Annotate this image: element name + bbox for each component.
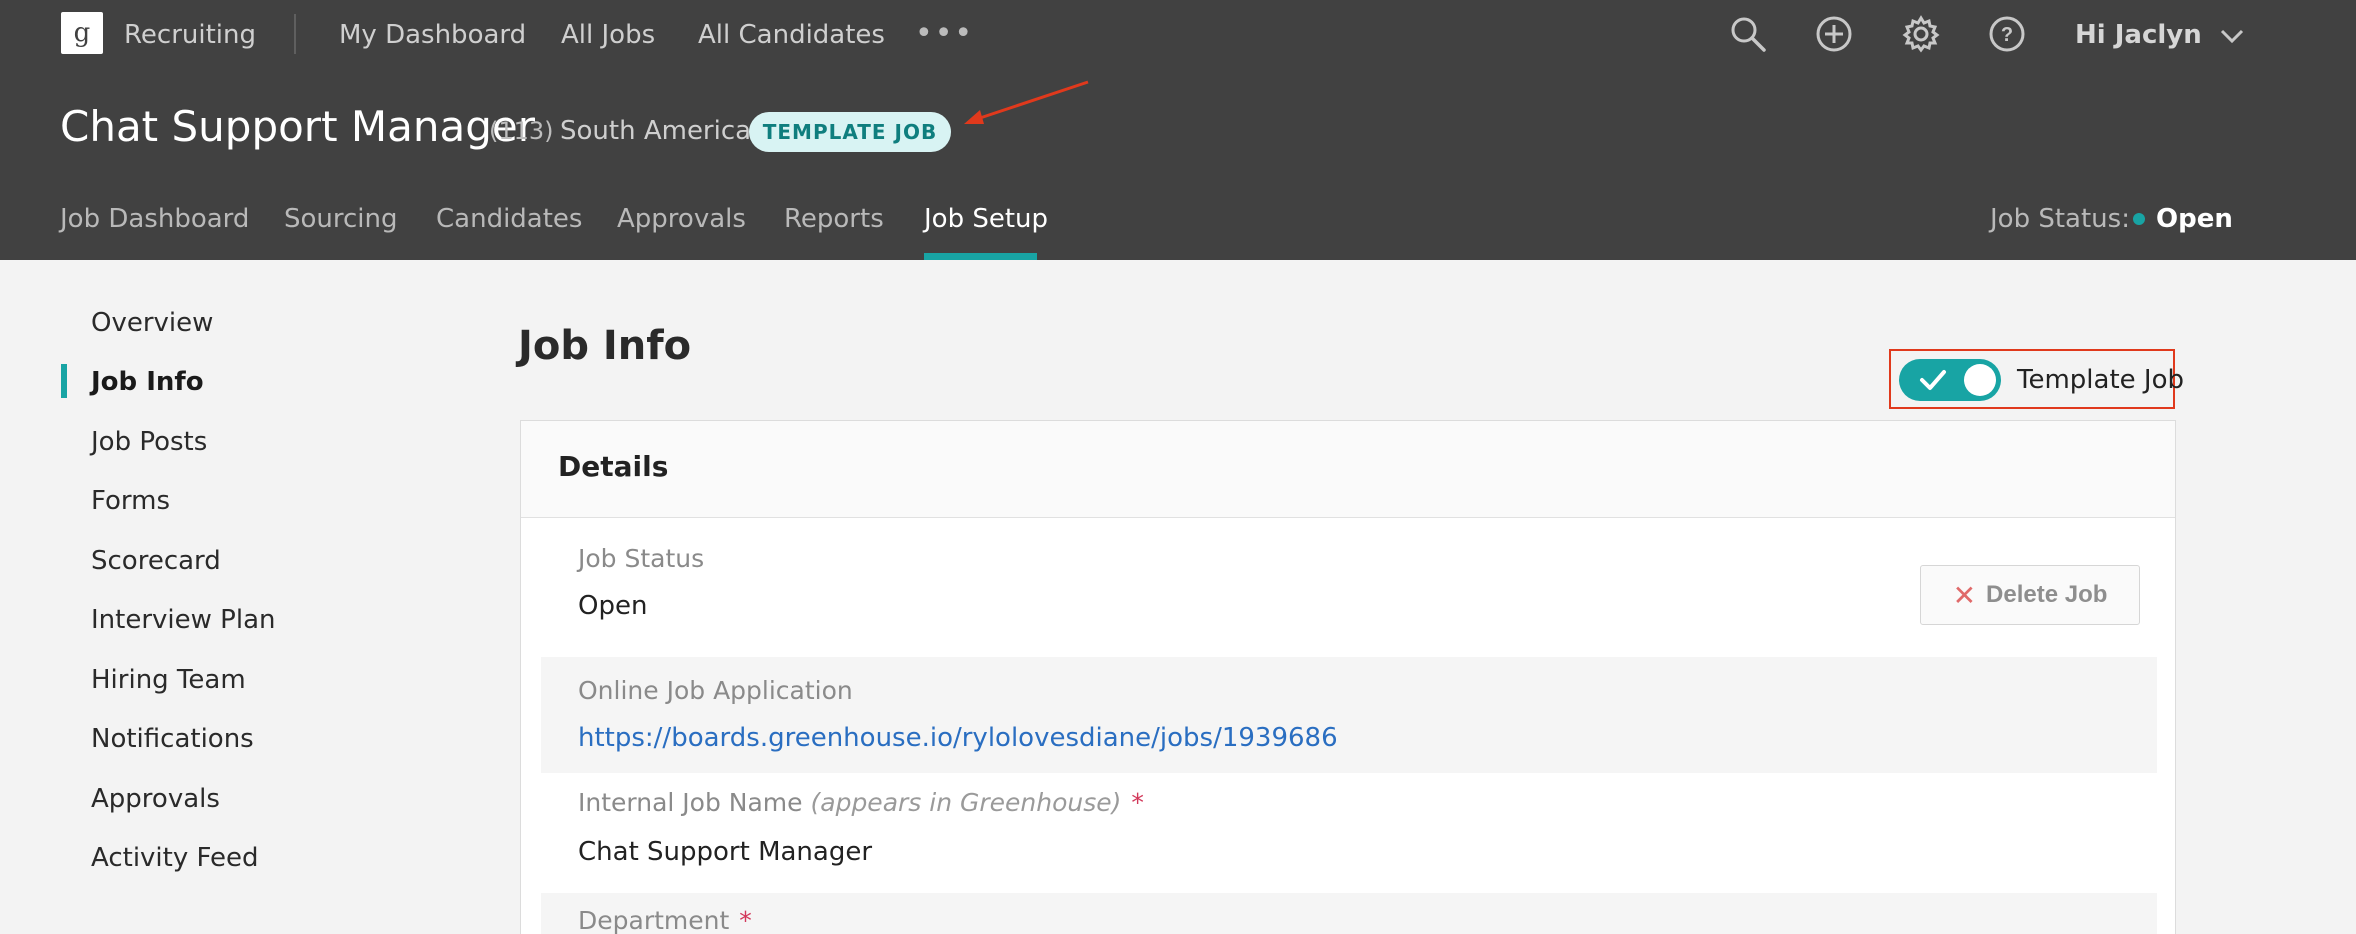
- tab-job-dashboard[interactable]: Job Dashboard: [60, 202, 249, 236]
- delete-job-label: Delete Job: [1986, 581, 2108, 608]
- sidebar-item-scorecard[interactable]: Scorecard: [91, 544, 221, 578]
- sidebar-item-interview-plan[interactable]: Interview Plan: [91, 603, 275, 637]
- status-dot-icon: [2133, 213, 2145, 225]
- nav-all-jobs[interactable]: All Jobs: [561, 18, 655, 52]
- close-icon: ✕: [1952, 579, 1977, 611]
- field-value: Chat Support Manager: [578, 837, 873, 867]
- field-hint: (appears in Greenhouse): [810, 788, 1122, 817]
- search-icon[interactable]: [1728, 14, 1768, 54]
- app-header: g Recruiting My Dashboard All Jobs All C…: [0, 0, 2356, 260]
- sidebar-item-overview[interactable]: Overview: [91, 306, 213, 340]
- field-department: Department *: [541, 893, 2157, 934]
- field-internal-job-name: Internal Job Name (appears in Greenhouse…: [541, 773, 2157, 891]
- toggle-knob: [1964, 364, 1996, 396]
- field-label: Department *: [578, 905, 752, 934]
- nav-divider: [294, 14, 296, 54]
- tab-sourcing[interactable]: Sourcing: [284, 202, 398, 236]
- nav-my-dashboard[interactable]: My Dashboard: [339, 18, 526, 52]
- more-menu-icon[interactable]: •••: [915, 16, 974, 51]
- details-card: Details Job Status Open ✕ Delete Job Onl…: [520, 420, 2176, 934]
- check-icon: [1920, 370, 1946, 390]
- job-status-value[interactable]: Open: [2156, 202, 2233, 236]
- field-job-status: Job Status Open: [541, 519, 2157, 637]
- field-label: Online Job Application: [578, 676, 853, 705]
- template-job-toggle-label[interactable]: Template Job: [2017, 363, 2184, 397]
- job-application-link[interactable]: https://boards.greenhouse.io/rylolovesdi…: [578, 721, 1338, 755]
- app-name-recruiting[interactable]: Recruiting: [124, 18, 256, 52]
- user-menu[interactable]: Hi Jaclyn: [2075, 18, 2245, 52]
- active-item-indicator: [61, 364, 67, 398]
- field-value: Open: [578, 591, 648, 621]
- active-tab-indicator: [924, 253, 1037, 260]
- required-mark: *: [739, 906, 752, 934]
- sidebar-item-job-posts[interactable]: Job Posts: [91, 425, 207, 459]
- sidebar-item-forms[interactable]: Forms: [91, 484, 170, 518]
- sidebar-item-activity-feed[interactable]: Activity Feed: [91, 841, 259, 875]
- field-label: Job Status: [578, 544, 705, 573]
- annotation-arrow: [964, 80, 1089, 124]
- job-count: (113): [489, 117, 554, 145]
- greenhouse-logo[interactable]: g: [61, 12, 103, 54]
- sidebar-item-approvals[interactable]: Approvals: [91, 782, 220, 816]
- tab-job-setup[interactable]: Job Setup: [924, 202, 1048, 236]
- tab-candidates[interactable]: Candidates: [436, 202, 582, 236]
- delete-job-button[interactable]: ✕ Delete Job: [1920, 565, 2140, 625]
- field-online-job-application: Online Job Application https://boards.gr…: [541, 657, 2157, 773]
- page-title: Job Info: [518, 323, 692, 369]
- add-icon[interactable]: [1814, 14, 1854, 54]
- template-job-toggle-group: Template Job: [1889, 349, 2184, 409]
- job-status-label: Job Status:: [1990, 204, 2130, 234]
- nav-all-candidates[interactable]: All Candidates: [698, 18, 885, 52]
- job-location: South America: [560, 116, 752, 146]
- field-label: Internal Job Name (appears in Greenhouse…: [578, 787, 1144, 819]
- help-icon[interactable]: ?: [1987, 14, 2027, 54]
- field-label-text: Department: [578, 906, 730, 934]
- job-title: Chat Support Manager: [60, 102, 535, 151]
- sidebar-item-notifications[interactable]: Notifications: [91, 722, 254, 756]
- sidebar-item-hiring-team[interactable]: Hiring Team: [91, 663, 246, 697]
- required-mark: *: [1131, 788, 1144, 817]
- template-job-badge: TEMPLATE JOB: [749, 112, 951, 152]
- sidebar-item-job-info[interactable]: Job Info: [91, 365, 204, 399]
- logo-glyph: g: [73, 18, 91, 48]
- tab-reports[interactable]: Reports: [784, 202, 884, 236]
- chevron-down-icon: [2220, 29, 2243, 43]
- user-greeting: Hi Jaclyn: [2075, 20, 2202, 50]
- tab-approvals[interactable]: Approvals: [617, 202, 746, 236]
- svg-text:?: ?: [2001, 24, 2013, 46]
- field-label-text: Internal Job Name: [578, 788, 803, 817]
- gear-icon[interactable]: [1901, 14, 1941, 54]
- details-title: Details: [558, 450, 669, 483]
- template-job-toggle[interactable]: [1899, 359, 2001, 401]
- details-card-header: Details: [521, 421, 2175, 518]
